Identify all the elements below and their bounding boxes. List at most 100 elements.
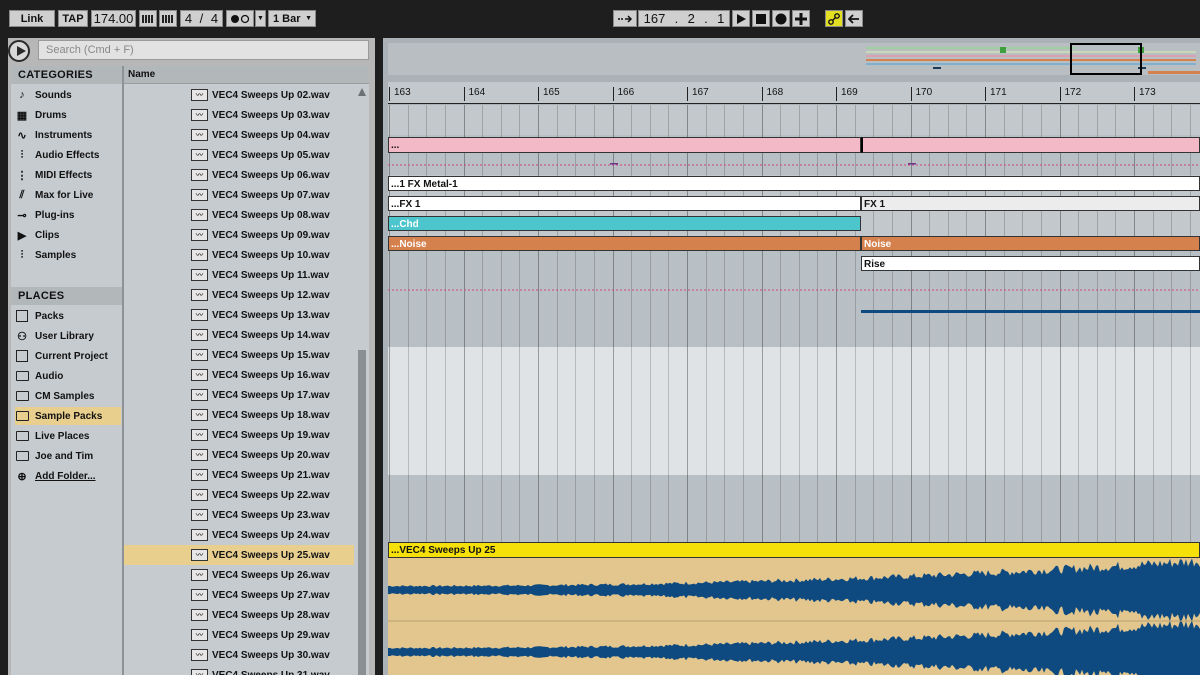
nudge-down-icon[interactable] (139, 10, 157, 27)
audio-file-icon: 〰 (191, 389, 208, 401)
link-button[interactable]: Link (9, 10, 55, 27)
clip-chd[interactable]: ...Chd (388, 216, 861, 231)
sidebar-item-audio-effects[interactable]: ⫶ Audio Effects (15, 146, 121, 164)
file-row[interactable]: 〰 VEC4 Sweeps Up 08.wav (124, 205, 354, 225)
sidebar-item-clips[interactable]: ▶ Clips (15, 226, 121, 244)
file-row[interactable]: 〰 VEC4 Sweeps Up 04.wav (124, 125, 354, 145)
record-icon[interactable] (772, 10, 790, 27)
file-row[interactable]: 〰 VEC4 Sweeps Up 24.wav (124, 525, 354, 545)
clip-fx-metal[interactable]: ...1 FX Metal-1 (388, 176, 1200, 191)
column-header-name[interactable]: Name (124, 66, 369, 84)
position-bar[interactable]: 167 (644, 11, 666, 26)
sidebar-item-cm-samples[interactable]: CM Samples (15, 387, 121, 405)
file-row[interactable]: 〰 VEC4 Sweeps Up 18.wav (124, 405, 354, 425)
sidebar-item-sounds[interactable]: ♪ Sounds (15, 86, 121, 104)
sidebar-item-live-places[interactable]: Live Places (15, 427, 121, 445)
clip-fx1-a[interactable]: ...FX 1 (388, 196, 861, 211)
sidebar-item-label: Clips (35, 229, 60, 241)
sidebar-item-audio[interactable]: Audio (15, 367, 121, 385)
bar-number: 165 (538, 87, 560, 101)
clip-fx1-b[interactable]: FX 1 (861, 196, 1200, 211)
folder-icon (15, 429, 29, 443)
overview-zoom-window[interactable] (1070, 43, 1142, 75)
sidebar-item-joe-and-tim[interactable]: Joe and Tim (15, 447, 121, 465)
back-to-arrangement-icon[interactable] (845, 10, 863, 27)
sidebar-item-current-project[interactable]: Current Project (15, 347, 121, 365)
position-field[interactable]: 167 . 2 . 1 (638, 10, 730, 27)
clip-sweep[interactable]: ...VEC4 Sweeps Up 25 (388, 542, 1200, 675)
file-row[interactable]: 〰 VEC4 Sweeps Up 06.wav (124, 165, 354, 185)
file-row[interactable]: 〰 VEC4 Sweeps Up 25.wav (124, 545, 354, 565)
scroll-up-icon[interactable] (358, 88, 366, 96)
sidebar-item-user-library[interactable]: ⚇ User Library (15, 327, 121, 345)
overdub-icon[interactable] (792, 10, 810, 27)
audio-file-icon: 〰 (191, 329, 208, 341)
follow-icon[interactable] (613, 10, 637, 27)
file-row[interactable]: 〰 VEC4 Sweeps Up 12.wav (124, 285, 354, 305)
file-row[interactable]: 〰 VEC4 Sweeps Up 30.wav (124, 645, 354, 665)
clip-noise-b[interactable]: Noise (861, 236, 1200, 251)
file-row[interactable]: 〰 VEC4 Sweeps Up 02.wav (124, 85, 354, 105)
stop-icon[interactable] (752, 10, 770, 27)
sidebar-item-packs[interactable]: Packs (15, 307, 121, 325)
sidebar-item-label: Drums (35, 109, 67, 121)
clip-rise[interactable]: Rise (861, 256, 1200, 271)
file-row[interactable]: 〰 VEC4 Sweeps Up 16.wav (124, 365, 354, 385)
sidebar-item-samples[interactable]: ⫶ Samples (15, 246, 121, 264)
file-row[interactable]: 〰 VEC4 Sweeps Up 21.wav (124, 465, 354, 485)
file-row[interactable]: 〰 VEC4 Sweeps Up 10.wav (124, 245, 354, 265)
sidebar-item-midi-effects[interactable]: ⋮ MIDI Effects (15, 166, 121, 184)
file-row[interactable]: 〰 VEC4 Sweeps Up 23.wav (124, 505, 354, 525)
file-row[interactable]: 〰 VEC4 Sweeps Up 05.wav (124, 145, 354, 165)
file-row[interactable]: 〰 VEC4 Sweeps Up 03.wav (124, 105, 354, 125)
sidebar-item-add-folder-[interactable]: ⊕ Add Folder... (15, 467, 121, 485)
position-sixteenth[interactable]: 1 (717, 11, 724, 26)
file-row[interactable]: 〰 VEC4 Sweeps Up 28.wav (124, 605, 354, 625)
quantize-menu[interactable]: 1 Bar ▼ (268, 10, 316, 27)
scroll-thumb[interactable] (358, 350, 366, 675)
clip-noise-a[interactable]: ...Noise (388, 236, 861, 251)
file-row[interactable]: 〰 VEC4 Sweeps Up 11.wav (124, 265, 354, 285)
clip-pink-a[interactable]: ... (388, 137, 861, 153)
tap-tempo-button[interactable]: TAP (58, 10, 88, 27)
bar-number: 173 (1134, 87, 1156, 101)
file-row[interactable]: 〰 VEC4 Sweeps Up 20.wav (124, 445, 354, 465)
sidebar-item-max-for-live[interactable]: ⫽ Max for Live (15, 186, 121, 204)
file-row[interactable]: 〰 VEC4 Sweeps Up 26.wav (124, 565, 354, 585)
time-signature[interactable]: 4 / 4 (180, 10, 223, 27)
time-sig-denominator[interactable]: 4 (211, 11, 218, 26)
sidebar-item-sample-packs[interactable]: Sample Packs (15, 407, 121, 425)
file-row[interactable]: 〰 VEC4 Sweeps Up 09.wav (124, 225, 354, 245)
position-beat[interactable]: 2 (688, 11, 695, 26)
file-row[interactable]: 〰 VEC4 Sweeps Up 27.wav (124, 585, 354, 605)
metronome-menu-icon[interactable]: ▼ (255, 10, 266, 27)
file-row[interactable]: 〰 VEC4 Sweeps Up 14.wav (124, 325, 354, 345)
play-icon[interactable] (732, 10, 750, 27)
hot-swap-icon[interactable] (8, 40, 30, 62)
nudge-up-icon[interactable] (159, 10, 177, 27)
file-row[interactable]: 〰 VEC4 Sweeps Up 19.wav (124, 425, 354, 445)
file-row[interactable]: 〰 VEC4 Sweeps Up 17.wav (124, 385, 354, 405)
audio-file-icon: 〰 (191, 409, 208, 421)
metronome-icon[interactable] (226, 10, 254, 27)
beat-time-ruler[interactable]: 163 164 165 166 167 168 169 170 171 172 173 (388, 82, 1200, 104)
automation-arm-icon[interactable] (825, 10, 843, 27)
time-sig-numerator[interactable]: 4 (185, 11, 192, 26)
arrangement-overview[interactable] (388, 43, 1200, 75)
sidebar-item-instruments[interactable]: ∿ Instruments (15, 126, 121, 144)
sidebar-item-plug-ins[interactable]: ⊸ Plug-ins (15, 206, 121, 224)
clip-sweep-header[interactable]: ...VEC4 Sweeps Up 25 (388, 542, 1200, 558)
sidebar-item-drums[interactable]: ▦ Drums (15, 106, 121, 124)
file-name: VEC4 Sweeps Up 31.wav (212, 669, 330, 675)
clip-pink-b[interactable] (861, 137, 1200, 153)
tempo-field[interactable]: 174.00 (91, 10, 136, 27)
file-row[interactable]: 〰 VEC4 Sweeps Up 22.wav (124, 485, 354, 505)
file-row[interactable]: 〰 VEC4 Sweeps Up 15.wav (124, 345, 354, 365)
time-sig-slash: / (199, 11, 204, 26)
file-row[interactable]: 〰 VEC4 Sweeps Up 13.wav (124, 305, 354, 325)
file-list-scrollbar[interactable] (357, 84, 367, 675)
file-row[interactable]: 〰 VEC4 Sweeps Up 31.wav (124, 665, 354, 675)
search-input[interactable]: Search (Cmd + F) (38, 40, 369, 60)
file-row[interactable]: 〰 VEC4 Sweeps Up 07.wav (124, 185, 354, 205)
file-row[interactable]: 〰 VEC4 Sweeps Up 29.wav (124, 625, 354, 645)
